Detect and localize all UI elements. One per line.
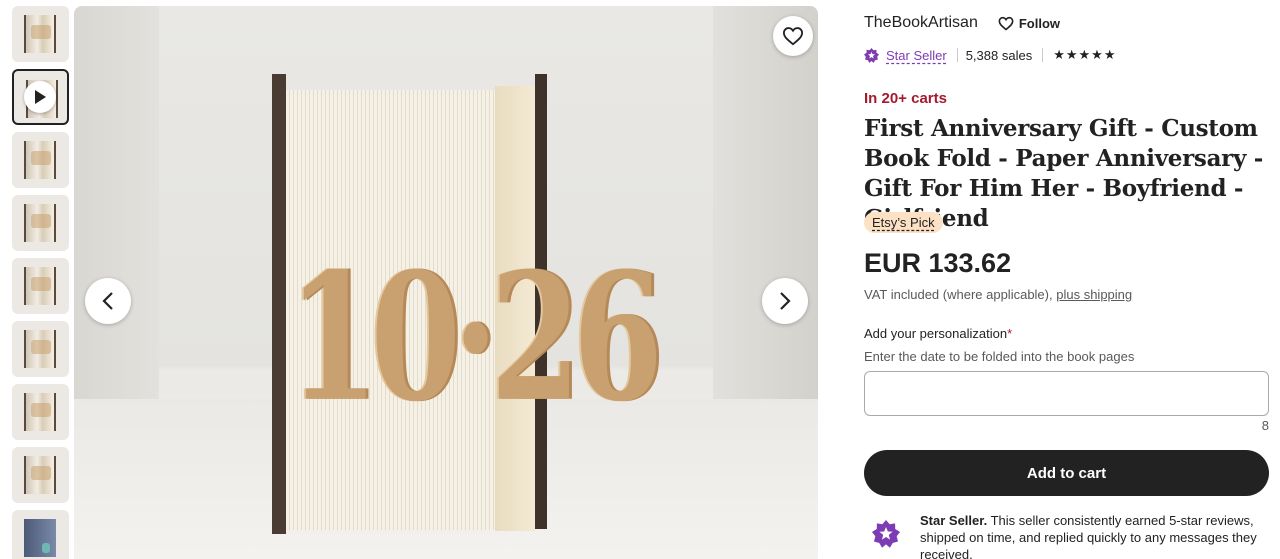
gallery-thumbnail-video[interactable] xyxy=(12,69,69,125)
thumbnail-image xyxy=(24,393,56,431)
folded-book: 10·26 xyxy=(272,74,663,534)
vat-notice: VAT included (where applicable), plus sh… xyxy=(864,287,1132,302)
star-seller-bold: Star Seller. xyxy=(920,513,988,528)
thumbnail-image xyxy=(24,519,56,557)
vat-text: VAT included (where applicable), xyxy=(864,287,1053,302)
star-icon: ★ xyxy=(1103,47,1116,62)
gallery-thumbnail[interactable] xyxy=(12,384,69,440)
next-image-button[interactable] xyxy=(762,278,808,324)
plus-shipping-link[interactable]: plus shipping xyxy=(1056,287,1132,302)
price: EUR 133.62 xyxy=(864,248,1012,278)
book-cover xyxy=(272,74,286,534)
gallery-thumbnail[interactable] xyxy=(12,510,69,559)
gallery-thumbnail[interactable] xyxy=(12,132,69,188)
follow-label: Follow xyxy=(1018,15,1061,31)
gallery-thumbnail[interactable] xyxy=(12,195,69,251)
thumbnail-image xyxy=(24,267,56,305)
divider xyxy=(956,48,958,62)
folded-date-text: 10·26 xyxy=(288,234,663,441)
required-mark: * xyxy=(1007,326,1013,341)
star-seller-description: Star Seller. This seller consistently ea… xyxy=(920,512,1270,559)
gallery-thumbnail[interactable] xyxy=(12,6,69,62)
main-product-image: 10·26 xyxy=(74,6,818,559)
play-icon xyxy=(24,81,56,113)
add-to-cart-button[interactable]: Add to cart xyxy=(864,450,1269,496)
personalization-input[interactable] xyxy=(864,371,1269,416)
thumbnail-image xyxy=(24,15,56,53)
heart-icon xyxy=(782,27,804,46)
badge-label: Etsy’s Pick xyxy=(872,215,935,230)
thumbnail-image xyxy=(24,141,56,179)
seller-row: Star Seller 5,388 sales ★ ★ ★ ★ ★ xyxy=(864,47,1116,63)
favorite-button[interactable] xyxy=(773,16,813,56)
shop-name-link[interactable]: TheBookArtisan xyxy=(864,14,978,32)
star-seller-link[interactable]: Star Seller xyxy=(886,48,947,63)
gallery-thumbnail[interactable] xyxy=(12,321,69,377)
star-seller-badge-icon xyxy=(864,47,879,63)
character-counter: 8 xyxy=(1261,418,1269,433)
thumbnail-list xyxy=(12,6,69,559)
shop-row: TheBookArtisan Follow xyxy=(864,14,1060,32)
chevron-right-icon xyxy=(780,292,791,310)
chevron-left-icon xyxy=(102,292,113,310)
thumbnail-image xyxy=(24,330,56,368)
star-icon: ★ xyxy=(1053,47,1065,62)
personalization-label: Add your personalization* xyxy=(864,326,1012,341)
gallery-thumbnail[interactable] xyxy=(12,447,69,503)
thumbnail-image xyxy=(24,456,56,494)
star-icon: ★ xyxy=(1065,47,1078,62)
personalization-label-text: Add your personalization xyxy=(864,326,1008,341)
star-icon: ★ xyxy=(1091,47,1103,62)
divider xyxy=(1042,48,1044,62)
gallery-thumbnail[interactable] xyxy=(12,258,69,314)
sales-count: 5,388 sales xyxy=(965,47,1033,63)
star-icon: ★ xyxy=(1078,47,1091,62)
personalization-hint: Enter the date to be folded into the boo… xyxy=(864,349,1135,364)
etsys-pick-badge[interactable]: Etsy’s Pick xyxy=(864,212,943,233)
previous-image-button[interactable] xyxy=(85,278,131,324)
rating-stars[interactable]: ★ ★ ★ ★ ★ xyxy=(1053,47,1116,63)
heart-icon xyxy=(998,16,1014,31)
star-seller-badge-icon xyxy=(872,520,900,548)
follow-button[interactable]: Follow xyxy=(998,16,1060,31)
in-carts-notice: In 20+ carts xyxy=(864,90,947,107)
thumbnail-image xyxy=(24,204,56,242)
